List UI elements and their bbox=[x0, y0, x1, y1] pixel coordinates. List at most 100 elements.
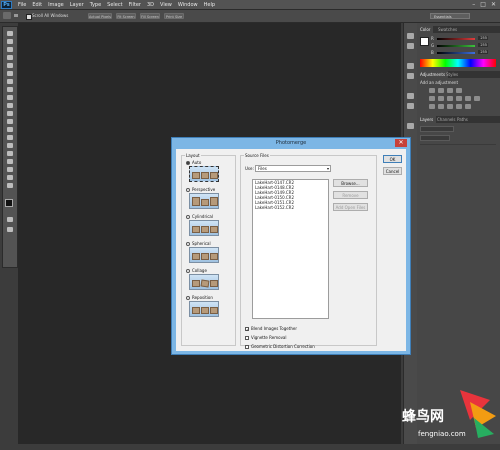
preset-dropdown-icon[interactable] bbox=[14, 14, 18, 17]
close-icon[interactable]: ✕ bbox=[395, 139, 407, 147]
menu-window[interactable]: Window bbox=[178, 2, 198, 8]
hand-tool-icon[interactable] bbox=[6, 175, 14, 181]
layout-collage-option[interactable]: Collage bbox=[186, 268, 207, 273]
tab-swatches[interactable]: Swatches bbox=[435, 26, 460, 33]
channel-mixer-icon[interactable] bbox=[474, 96, 480, 101]
healing-brush-tool-icon[interactable] bbox=[6, 79, 14, 85]
layout-perspective-option[interactable]: Perspective bbox=[186, 187, 215, 192]
menu-type[interactable]: Type bbox=[90, 2, 101, 8]
radio-button[interactable] bbox=[186, 160, 190, 165]
properties-panel-icon[interactable] bbox=[407, 43, 414, 49]
type-tool-icon[interactable] bbox=[6, 151, 14, 157]
pen-tool-icon[interactable] bbox=[6, 143, 14, 149]
marquee-tool-icon[interactable] bbox=[6, 39, 14, 45]
print-size-button[interactable]: Print Size bbox=[164, 13, 184, 19]
radio-button[interactable] bbox=[186, 268, 190, 273]
workspace-switcher[interactable]: Essentials bbox=[430, 13, 470, 19]
green-slider[interactable]: G 255 bbox=[431, 43, 488, 48]
invert-icon[interactable] bbox=[429, 104, 435, 109]
tab-color[interactable]: Color bbox=[417, 26, 434, 33]
photo-filter-icon[interactable] bbox=[465, 96, 471, 101]
brightness-icon[interactable] bbox=[429, 88, 435, 93]
layout-auto-option[interactable]: Auto bbox=[186, 160, 201, 165]
maximize-icon[interactable]: □ bbox=[480, 1, 486, 8]
hue-saturation-icon[interactable] bbox=[438, 96, 444, 101]
red-slider[interactable]: R 255 bbox=[431, 36, 488, 41]
brush-panel-icon[interactable] bbox=[407, 93, 414, 99]
selective-color-icon[interactable] bbox=[465, 104, 471, 109]
layout-reposition-option[interactable]: Reposition bbox=[186, 295, 213, 300]
browse-button[interactable]: Browse... bbox=[333, 179, 368, 187]
history-brush-tool-icon[interactable] bbox=[6, 103, 14, 109]
fit-screen-button[interactable]: Fit Screen bbox=[116, 13, 136, 19]
blend-mode-select[interactable] bbox=[420, 135, 450, 141]
use-select[interactable]: Files ▾ bbox=[255, 165, 331, 172]
radio-button[interactable] bbox=[186, 295, 190, 300]
menu-select[interactable]: Select bbox=[107, 2, 122, 8]
levels-icon[interactable] bbox=[438, 88, 444, 93]
layout-spherical-option[interactable]: Spherical bbox=[186, 241, 211, 246]
eyedropper-tool-icon[interactable] bbox=[6, 71, 14, 77]
radio-button[interactable] bbox=[186, 241, 190, 246]
move-tool-icon[interactable] bbox=[6, 31, 14, 37]
eraser-tool-icon[interactable] bbox=[6, 111, 14, 117]
quick-select-tool-icon[interactable] bbox=[6, 55, 14, 61]
tab-styles[interactable]: Styles bbox=[443, 71, 461, 78]
foreground-color-swatch[interactable] bbox=[5, 199, 13, 207]
fill-screen-button[interactable]: Fill Screen bbox=[140, 13, 160, 19]
gradient-map-icon[interactable] bbox=[456, 104, 462, 109]
actual-pixels-button[interactable]: Actual Pixels bbox=[88, 13, 112, 19]
menu-view[interactable]: View bbox=[160, 2, 172, 8]
screen-mode-icon[interactable] bbox=[6, 227, 14, 233]
black-white-icon[interactable] bbox=[456, 96, 462, 101]
cancel-button[interactable]: Cancel bbox=[383, 167, 402, 175]
gradient-tool-icon[interactable] bbox=[6, 119, 14, 125]
vignette-removal-option[interactable]: Vignette Removal bbox=[245, 335, 287, 340]
radio-button[interactable] bbox=[186, 214, 190, 219]
character-panel-icon[interactable] bbox=[407, 63, 414, 69]
vibrance-icon[interactable] bbox=[429, 96, 435, 101]
menu-layer[interactable]: Layer bbox=[70, 2, 84, 8]
menu-edit[interactable]: Edit bbox=[32, 2, 42, 8]
hand-tool-icon[interactable] bbox=[3, 12, 11, 19]
color-balance-icon[interactable] bbox=[447, 96, 453, 101]
layer-kind-filter[interactable] bbox=[420, 126, 454, 132]
color-foreground-swatch[interactable] bbox=[420, 37, 429, 46]
brush-presets-panel-icon[interactable] bbox=[407, 103, 414, 109]
menu-filter[interactable]: Filter bbox=[129, 2, 141, 8]
blend-images-option[interactable]: ✓ Blend Images Together bbox=[245, 326, 297, 331]
clone-stamp-tool-icon[interactable] bbox=[6, 95, 14, 101]
crop-tool-icon[interactable] bbox=[6, 63, 14, 69]
dodge-tool-icon[interactable] bbox=[6, 135, 14, 141]
threshold-icon[interactable] bbox=[447, 104, 453, 109]
lasso-tool-icon[interactable] bbox=[6, 47, 14, 53]
quick-mask-icon[interactable] bbox=[6, 217, 14, 223]
geometric-distortion-option[interactable]: Geometric Distortion Correction bbox=[245, 344, 315, 349]
zoom-tool-icon[interactable] bbox=[6, 183, 14, 189]
posterize-icon[interactable] bbox=[438, 104, 444, 109]
close-window-icon[interactable]: ✕ bbox=[491, 1, 496, 8]
remove-button[interactable]: Remove bbox=[333, 191, 368, 199]
menu-file[interactable]: File bbox=[18, 2, 26, 8]
add-open-files-button[interactable]: Add Open Files bbox=[333, 203, 368, 211]
menu-help[interactable]: Help bbox=[204, 2, 215, 8]
tab-paths[interactable]: Paths bbox=[454, 116, 471, 123]
history-panel-icon[interactable] bbox=[407, 33, 414, 39]
radio-button[interactable] bbox=[186, 187, 190, 192]
paragraph-panel-icon[interactable] bbox=[407, 73, 414, 79]
actions-panel-icon[interactable] bbox=[407, 123, 414, 129]
checkbox[interactable] bbox=[245, 335, 249, 340]
layout-cylindrical-option[interactable]: Cylindrical bbox=[186, 214, 213, 219]
shape-tool-icon[interactable] bbox=[6, 167, 14, 173]
path-selection-tool-icon[interactable] bbox=[6, 159, 14, 165]
menu-3d[interactable]: 3D bbox=[147, 2, 154, 8]
exposure-icon[interactable] bbox=[456, 88, 462, 93]
checkbox-checked[interactable]: ✓ bbox=[245, 326, 249, 331]
color-spectrum-bar[interactable] bbox=[420, 59, 496, 67]
curves-icon[interactable] bbox=[447, 88, 453, 93]
minimize-icon[interactable]: – bbox=[472, 1, 475, 8]
blue-slider[interactable]: B 255 bbox=[431, 50, 488, 55]
checkbox[interactable] bbox=[245, 344, 249, 349]
menu-image[interactable]: Image bbox=[48, 2, 64, 8]
blur-tool-icon[interactable] bbox=[6, 127, 14, 133]
